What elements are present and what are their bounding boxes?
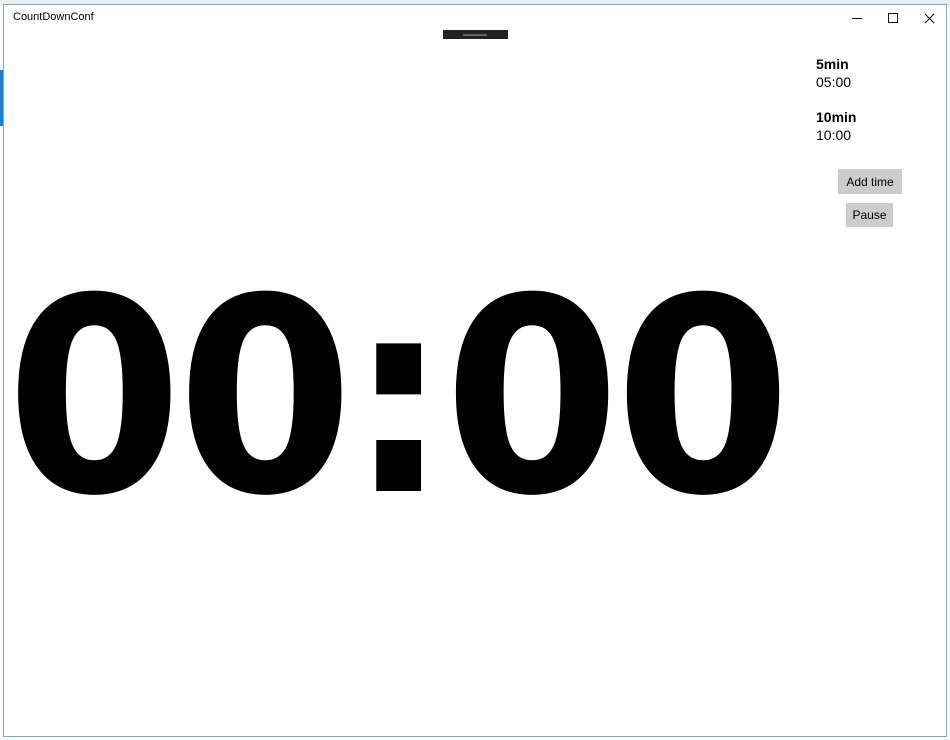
drag-handle-grip	[463, 34, 487, 36]
pause-button[interactable]: Pause	[846, 203, 893, 227]
drag-handle[interactable]	[443, 30, 508, 39]
preset-item-10min[interactable]: 10min 10:00	[816, 108, 936, 144]
window-title: CountDownConf	[13, 11, 94, 23]
preset-time: 05:00	[816, 74, 852, 90]
preset-name: 5min	[816, 56, 849, 72]
title-bar[interactable]: CountDownConf	[4, 5, 946, 31]
add-time-button[interactable]: Add time	[838, 169, 902, 194]
preset-name: 10min	[816, 109, 857, 125]
close-icon	[924, 13, 935, 24]
preset-time: 10:00	[816, 127, 852, 143]
preset-list: 5min 05:00 10min 10:00	[816, 55, 936, 161]
minimize-button[interactable]	[839, 5, 875, 31]
app-window: CountDownConf 5min 05:00 10min 10:00 Add…	[3, 4, 947, 737]
close-button[interactable]	[911, 5, 946, 31]
maximize-button[interactable]	[875, 5, 911, 31]
maximize-icon	[888, 13, 898, 23]
preset-item-5min[interactable]: 5min 05:00	[816, 55, 936, 91]
minimize-icon	[852, 17, 862, 19]
countdown-display: 00:00	[6, 240, 791, 555]
